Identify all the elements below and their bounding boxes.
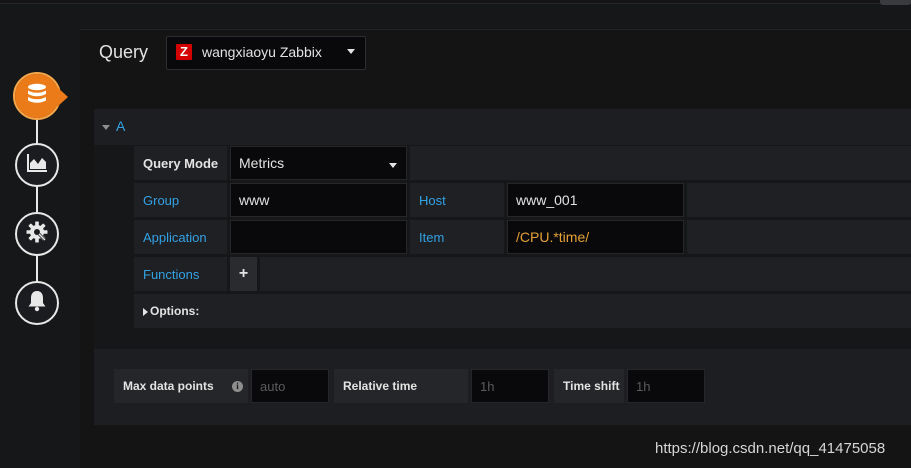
options-toggle-label[interactable]: Options: [150,304,199,318]
page-title: Query [99,42,149,62]
bell-icon [24,288,50,319]
row-filler [687,183,911,217]
row-filler [687,220,911,254]
caret-down-icon [389,163,397,168]
functions-label: Functions [134,257,227,291]
time-shift-label: Time shift [554,369,624,403]
row-filler [260,257,911,291]
collapse-caret-icon[interactable] [102,125,110,130]
application-label: Application [134,220,227,254]
query-ref-id[interactable]: A [116,118,125,134]
group-label: Group [134,183,227,217]
item-input[interactable]: /CPU.*time/ [507,220,684,254]
group-input[interactable]: www [230,183,407,217]
application-input[interactable] [230,220,407,254]
zabbix-logo-icon: Z [176,44,192,60]
top-scrollbar-track [0,0,911,4]
rail-active-pointer [57,87,68,107]
chart-area-icon [24,150,50,181]
rail-item-general[interactable] [15,212,59,256]
info-icon[interactable]: i [232,381,243,392]
query-mode-label: Query Mode [134,146,227,180]
query-row-header[interactable] [94,109,911,145]
relative-time-input[interactable]: 1h [471,369,549,403]
row-filler [410,146,911,180]
rail-item-alert[interactable] [15,281,59,325]
rail-connector-line [36,96,38,302]
rail-item-queries[interactable] [15,74,59,118]
item-label: Item [410,220,504,254]
relative-time-label: Relative time [334,369,468,403]
watermark-url: https://blog.csdn.net/qq_41475058 [655,440,886,457]
query-mode-select[interactable]: Metrics [230,146,407,180]
max-data-points-input[interactable]: auto [251,369,329,403]
options-toggle-row[interactable] [134,294,911,328]
caret-down-icon [347,49,355,54]
host-input[interactable]: www_001 [507,183,684,217]
top-scrollbar-thumb[interactable] [880,0,911,5]
caret-right-icon[interactable] [143,308,148,316]
datasource-name: wangxiaoyu Zabbix [202,44,322,60]
host-label: Host [410,183,504,217]
database-icon [24,81,50,112]
gear-icon [24,219,50,250]
max-data-points-label: Max data points [114,369,248,403]
time-shift-input[interactable]: 1h [627,369,705,403]
add-function-button[interactable]: + [230,257,257,291]
rail-item-visualization[interactable] [15,143,59,187]
